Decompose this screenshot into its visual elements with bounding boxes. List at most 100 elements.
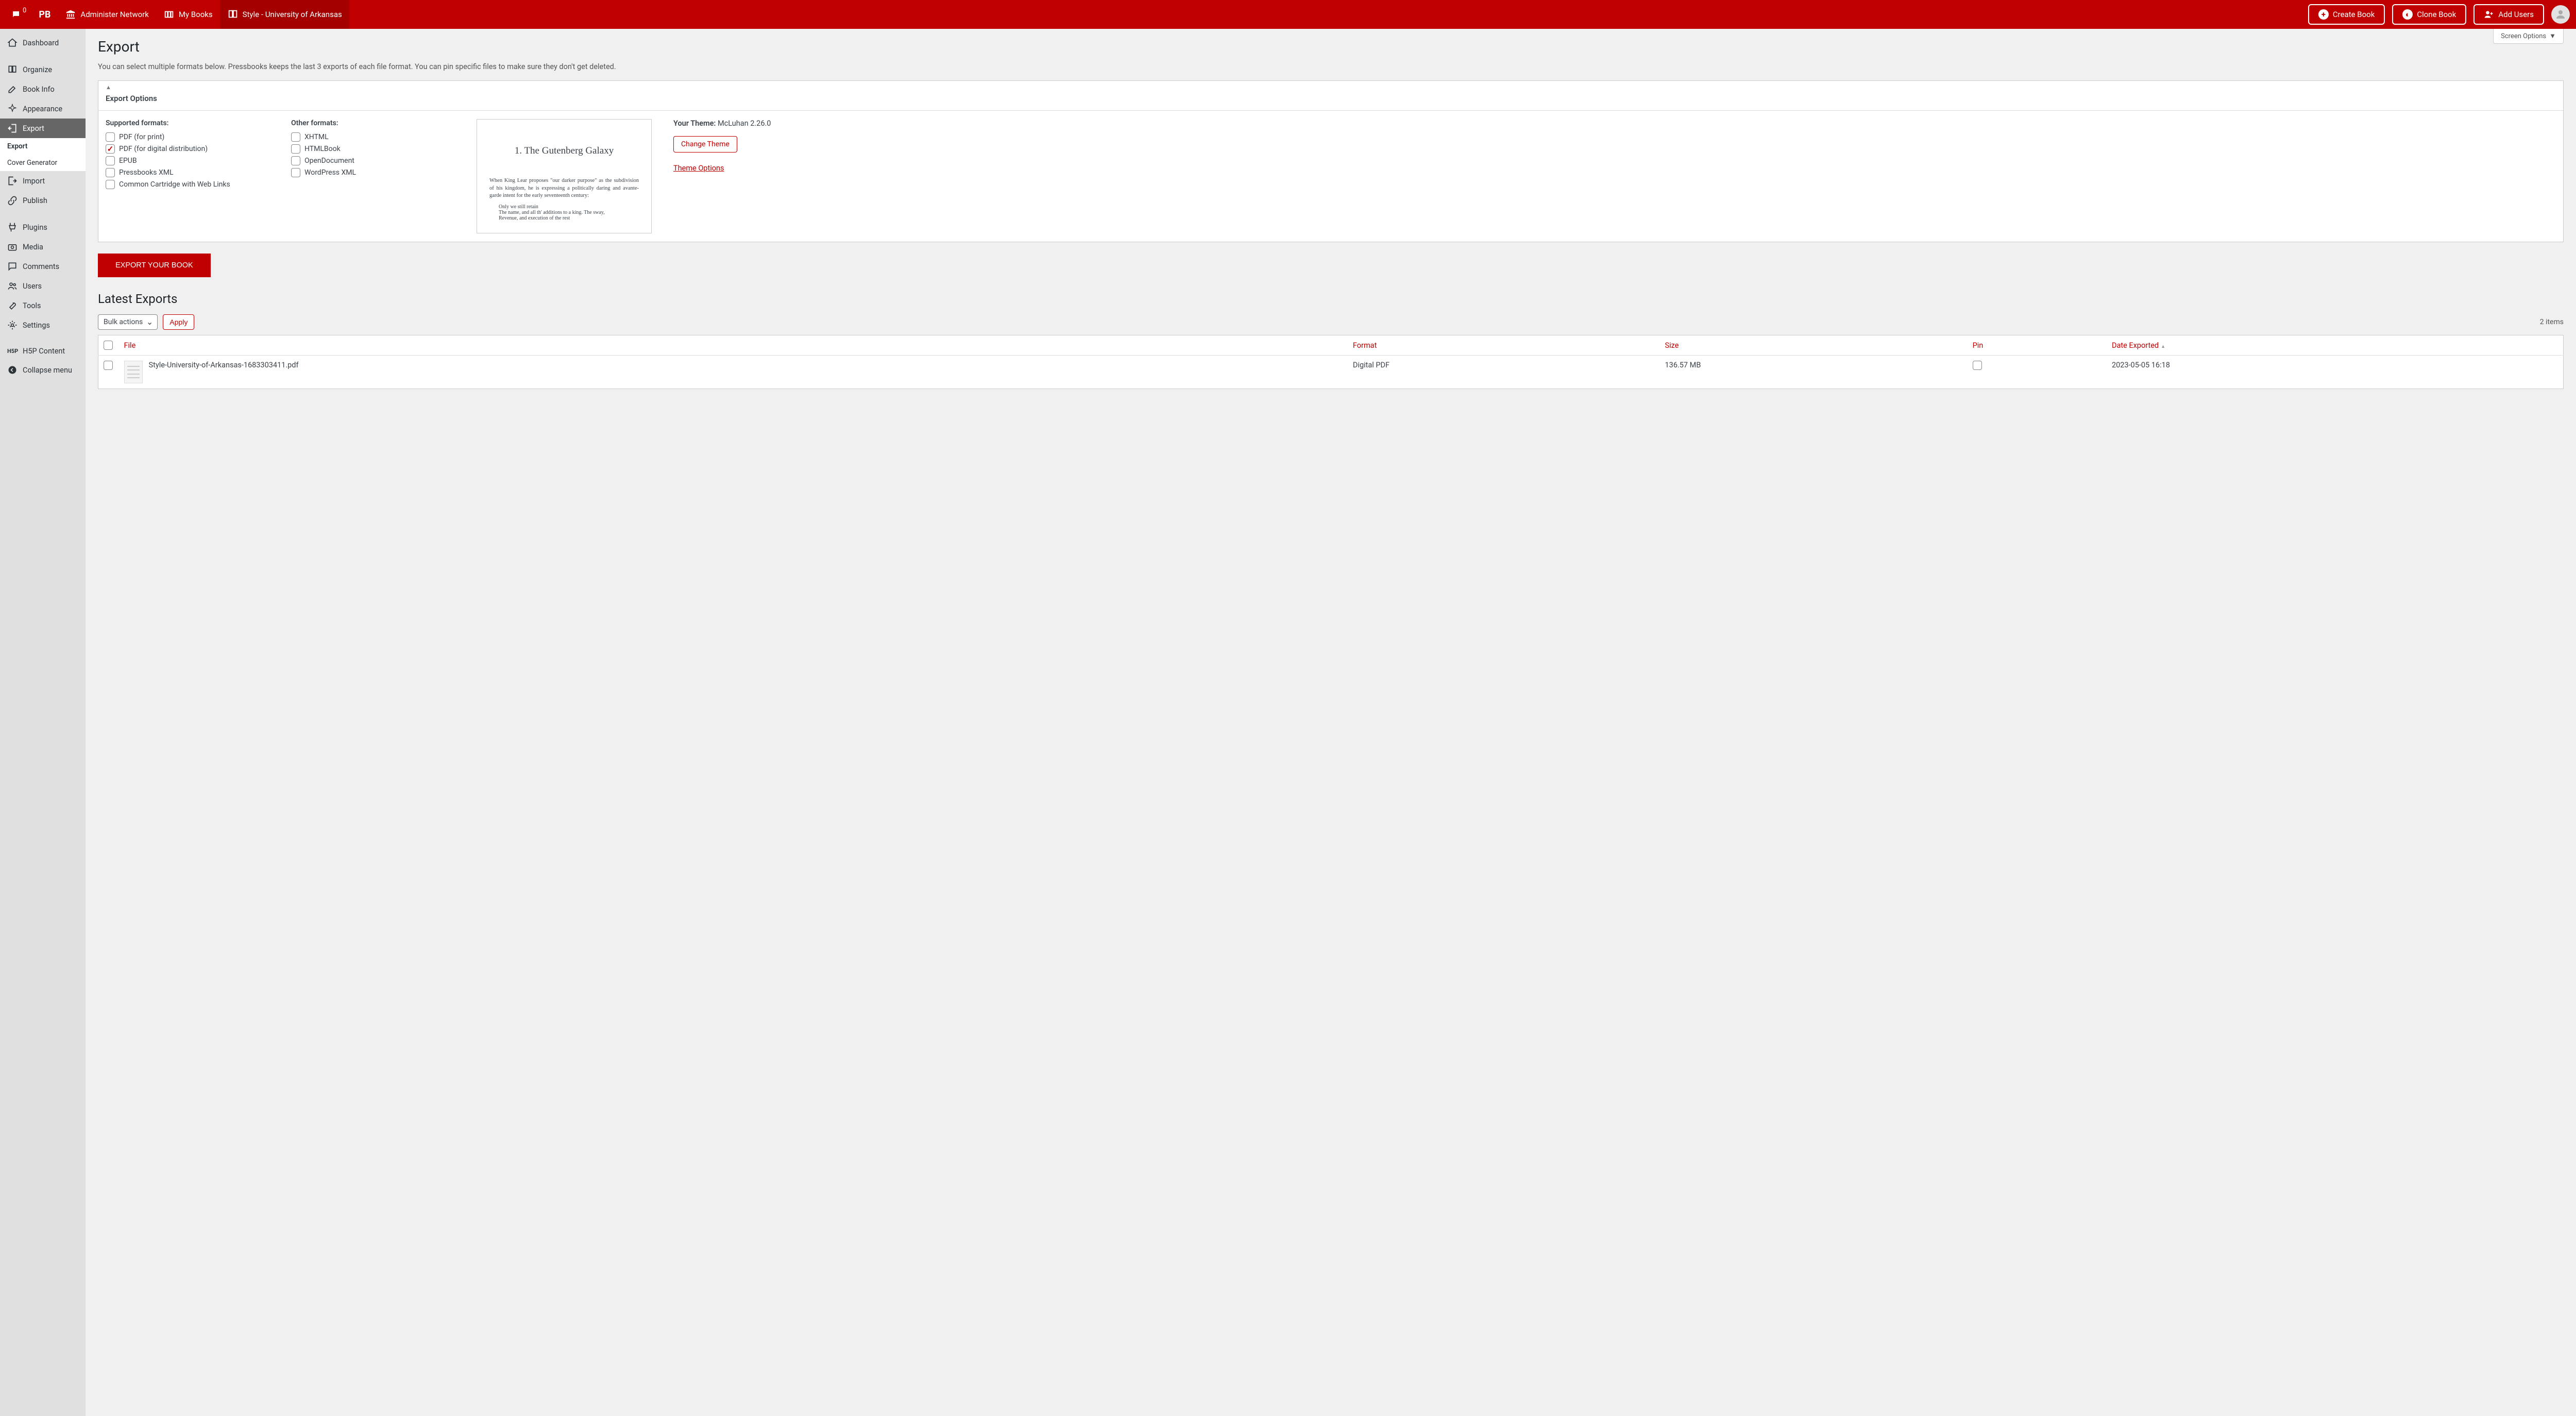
theme-preview-column: 1. The Gutenberg Galaxy When King Lear p… xyxy=(477,119,652,233)
supported-format-label: PDF (for print) xyxy=(119,133,164,141)
sidebar-organize[interactable]: Organize xyxy=(0,60,86,79)
supported-format-row: EPUB xyxy=(106,156,281,165)
sidebar-import[interactable]: Import xyxy=(0,171,86,191)
add-users-button[interactable]: Add Users xyxy=(2473,4,2544,25)
apply-button[interactable]: Apply xyxy=(163,314,194,330)
file-format: Digital PDF xyxy=(1348,356,1660,389)
sidebar-tools[interactable]: Tools xyxy=(0,296,86,315)
other-format-row: XHTML xyxy=(291,132,466,142)
organize-icon xyxy=(7,64,18,75)
collapse-icon xyxy=(7,365,18,375)
supported-format-checkbox[interactable] xyxy=(106,144,115,154)
supported-formats-column: Supported formats: PDF (for print)PDF (f… xyxy=(106,119,281,233)
supported-format-checkbox[interactable] xyxy=(106,180,115,189)
sidebar-plugins[interactable]: Plugins xyxy=(0,217,86,237)
column-date[interactable]: Date Exported▲ xyxy=(2107,335,2564,356)
file-name: Style-University-of-Arkansas-1683303411.… xyxy=(149,361,299,369)
screen-options-button[interactable]: Screen Options ▼ xyxy=(2493,29,2564,44)
sidebar-export[interactable]: Export xyxy=(0,119,86,138)
table-toolbar: Bulk actions Apply 2 items xyxy=(98,314,2564,330)
theme-info-column: Your Theme: McLuhan 2.26.0 Change Theme … xyxy=(662,119,2556,233)
sidebar-settings[interactable]: Settings xyxy=(0,315,86,335)
other-format-row: HTMLBook xyxy=(291,144,466,154)
supported-format-row: PDF (for digital distribution) xyxy=(106,144,281,154)
bulk-actions-select[interactable]: Bulk actions xyxy=(98,314,158,330)
export-options-heading: Export Options xyxy=(98,94,2563,110)
supported-format-row: Pressbooks XML xyxy=(106,168,281,177)
administer-network-link[interactable]: Administer Network xyxy=(58,0,156,29)
sidebar-collapse[interactable]: Collapse menu xyxy=(0,360,86,380)
supported-format-row: Common Cartridge with Web Links xyxy=(106,180,281,189)
sidebar-users[interactable]: Users xyxy=(0,276,86,296)
other-format-label: WordPress XML xyxy=(304,168,356,177)
sidebar-appearance[interactable]: Appearance xyxy=(0,99,86,119)
column-pin[interactable]: Pin xyxy=(1968,335,2107,356)
other-format-label: XHTML xyxy=(304,133,329,141)
plus-icon: + xyxy=(2318,9,2329,20)
comment-icon xyxy=(11,10,21,19)
other-format-checkbox[interactable] xyxy=(291,156,300,165)
supported-format-checkbox[interactable] xyxy=(106,156,115,165)
sidebar: Dashboard Organize Book Info Appearance … xyxy=(0,29,86,1416)
theme-preview: 1. The Gutenberg Galaxy When King Lear p… xyxy=(477,119,652,233)
sidebar-dashboard[interactable]: Dashboard xyxy=(0,33,86,53)
sidebar-h5p[interactable]: H5PH5P Content xyxy=(0,342,86,360)
sidebar-sub-export[interactable]: Export xyxy=(0,138,86,155)
create-book-button[interactable]: + Create Book xyxy=(2308,4,2385,25)
main-content: Screen Options ▼ Export You can select m… xyxy=(86,29,2576,1416)
notification-button[interactable]: 0 xyxy=(6,10,31,19)
topbar-left: 0 PB Administer Network My Books Style -… xyxy=(6,0,349,29)
column-format[interactable]: Format xyxy=(1348,335,1660,356)
clone-book-button[interactable]: ◐ Clone Book xyxy=(2392,4,2466,25)
user-avatar[interactable] xyxy=(2551,5,2570,24)
other-format-label: HTMLBook xyxy=(304,145,341,153)
edit-icon xyxy=(7,84,18,94)
sidebar-sub-cover-generator[interactable]: Cover Generator xyxy=(0,155,86,171)
my-books-link[interactable]: My Books xyxy=(156,0,220,29)
column-size[interactable]: Size xyxy=(1660,335,1968,356)
sidebar-comments[interactable]: Comments xyxy=(0,257,86,276)
preview-body-text: When King Lear proposes "our darker purp… xyxy=(489,177,639,200)
supported-format-row: PDF (for print) xyxy=(106,132,281,142)
change-theme-button[interactable]: Change Theme xyxy=(673,136,737,153)
avatar-icon xyxy=(2554,8,2567,21)
other-format-label: OpenDocument xyxy=(304,157,354,165)
preview-quote: Only we still retain The name, and all t… xyxy=(489,204,639,221)
sidebar-publish[interactable]: Publish xyxy=(0,191,86,210)
theme-label: Your Theme: McLuhan 2.26.0 xyxy=(673,119,2556,128)
export-your-book-button[interactable]: EXPORT YOUR BOOK xyxy=(98,254,211,277)
panel-collapse-toggle[interactable]: ▲ xyxy=(98,81,2563,94)
other-format-checkbox[interactable] xyxy=(291,132,300,142)
page-subtitle: You can select multiple formats below. P… xyxy=(98,62,2564,71)
sidebar-media[interactable]: Media xyxy=(0,237,86,257)
row-checkbox[interactable] xyxy=(104,361,113,370)
export-icon xyxy=(7,123,18,133)
topbar-right: + Create Book ◐ Clone Book Add Users xyxy=(2308,4,2570,25)
other-formats-heading: Other formats: xyxy=(291,119,466,127)
link-icon xyxy=(7,195,18,206)
pb-logo[interactable]: PB xyxy=(31,0,58,29)
gear-icon xyxy=(7,320,18,330)
select-all-checkbox[interactable] xyxy=(104,341,113,350)
other-format-checkbox[interactable] xyxy=(291,144,300,154)
column-file[interactable]: File xyxy=(119,335,1348,356)
supported-format-label: Pressbooks XML xyxy=(119,168,174,177)
latest-exports-heading: Latest Exports xyxy=(98,292,2564,306)
sidebar-book-info[interactable]: Book Info xyxy=(0,79,86,99)
file-date: 2023-05-05 16:18 xyxy=(2107,356,2564,389)
supported-format-label: PDF (for digital distribution) xyxy=(119,145,208,153)
file-thumbnail-icon xyxy=(124,361,143,383)
add-user-icon xyxy=(2484,9,2494,20)
supported-format-checkbox[interactable] xyxy=(106,132,115,142)
pin-checkbox[interactable] xyxy=(1973,361,1982,370)
other-format-row: OpenDocument xyxy=(291,156,466,165)
other-format-row: WordPress XML xyxy=(291,168,466,177)
users-icon xyxy=(7,281,18,291)
theme-options-link[interactable]: Theme Options xyxy=(673,164,724,173)
other-format-checkbox[interactable] xyxy=(291,168,300,177)
supported-format-checkbox[interactable] xyxy=(106,168,115,177)
current-book-link[interactable]: Style - University of Arkansas xyxy=(220,0,349,29)
supported-format-label: EPUB xyxy=(119,157,137,165)
book-icon xyxy=(227,9,239,20)
file-size: 136.57 MB xyxy=(1660,356,1968,389)
